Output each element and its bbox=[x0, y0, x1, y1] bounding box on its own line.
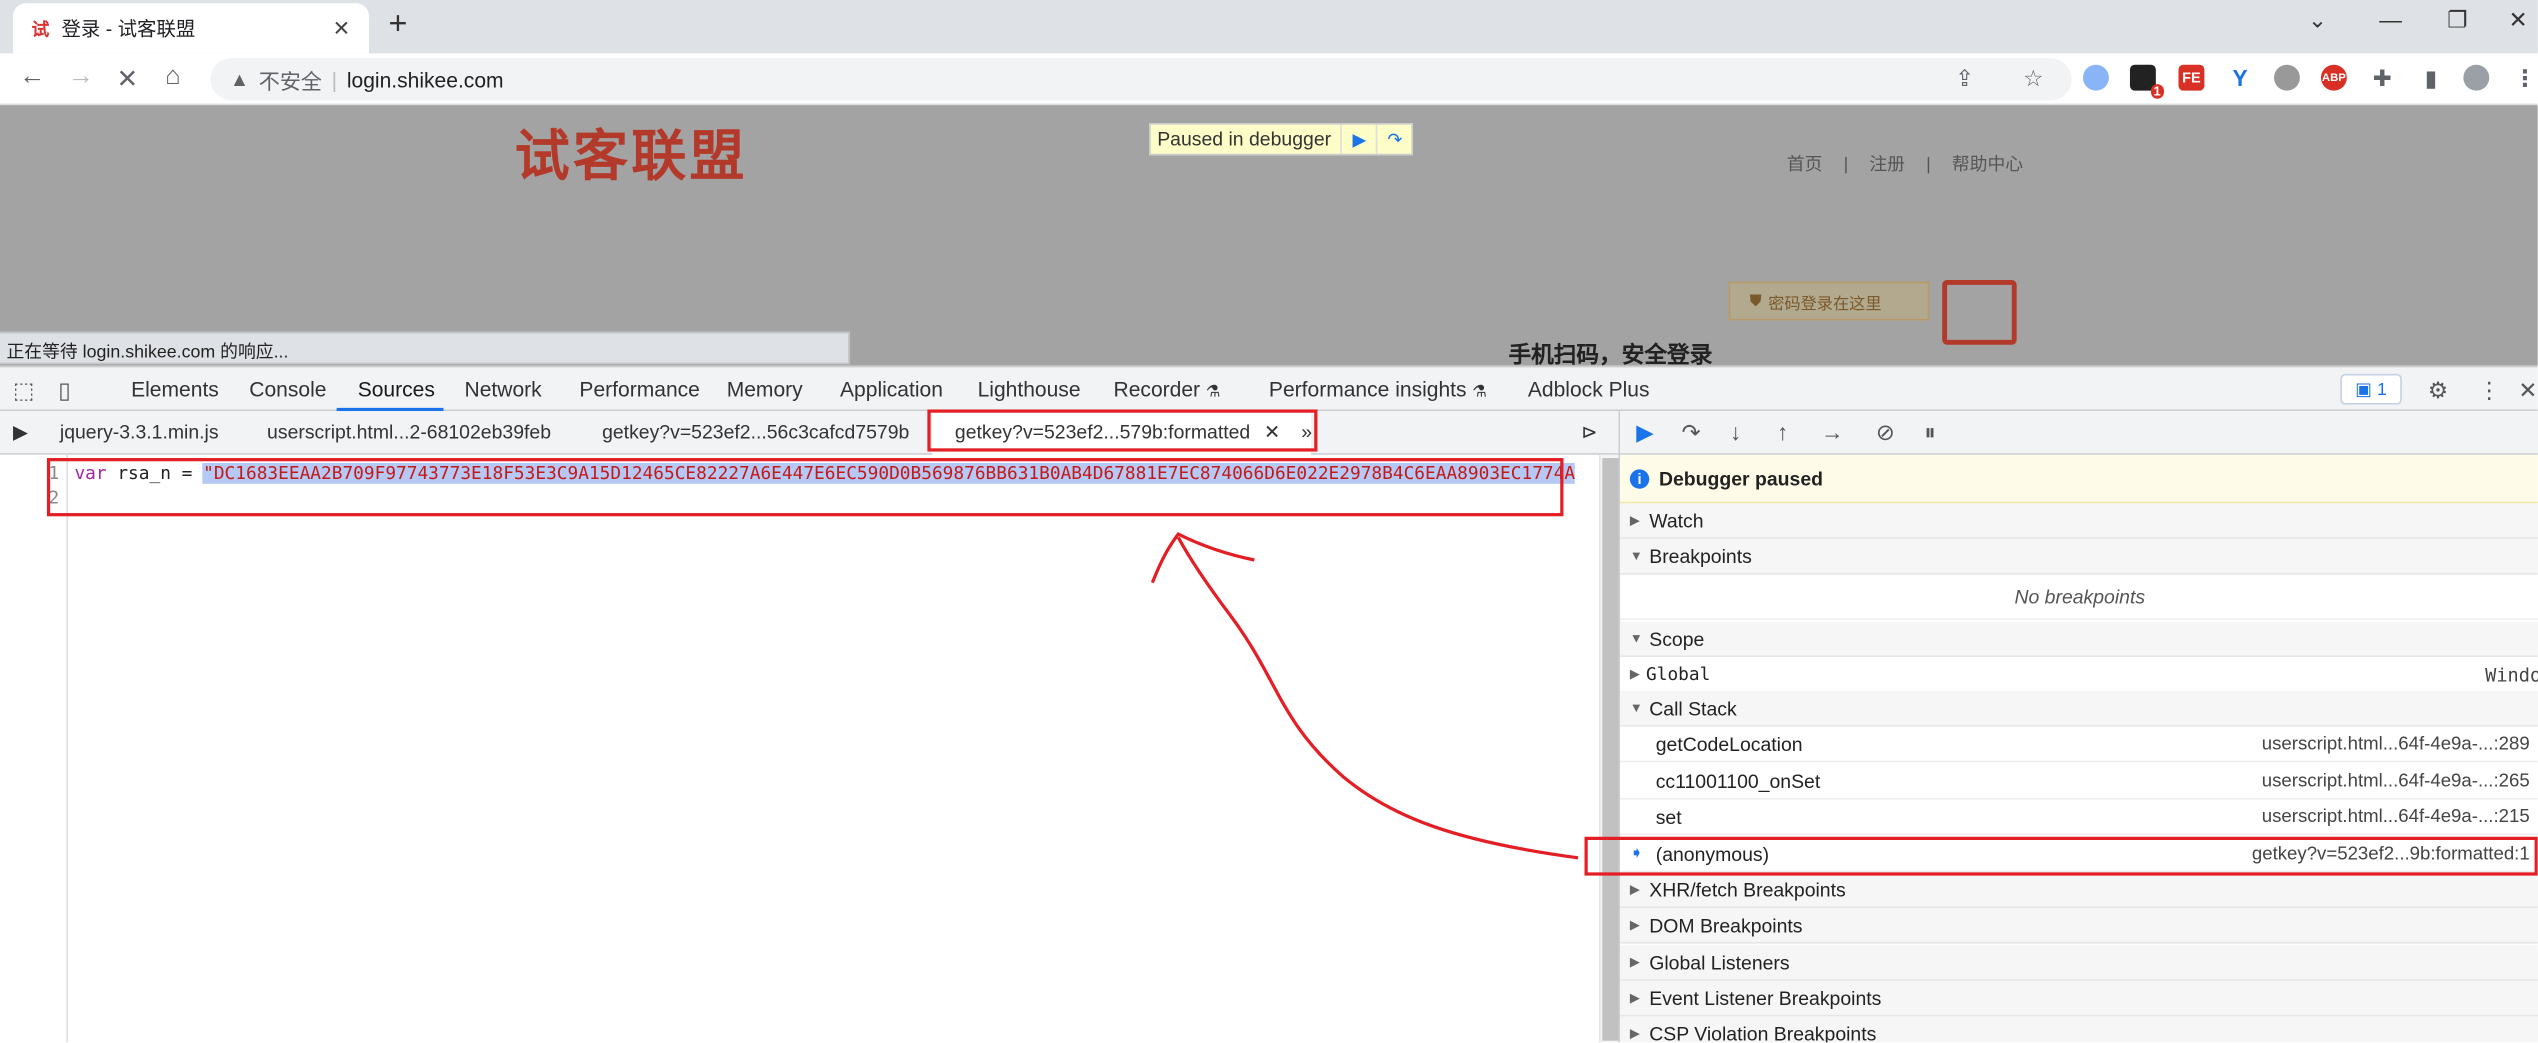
annotation-arrow bbox=[1150, 532, 1579, 860]
